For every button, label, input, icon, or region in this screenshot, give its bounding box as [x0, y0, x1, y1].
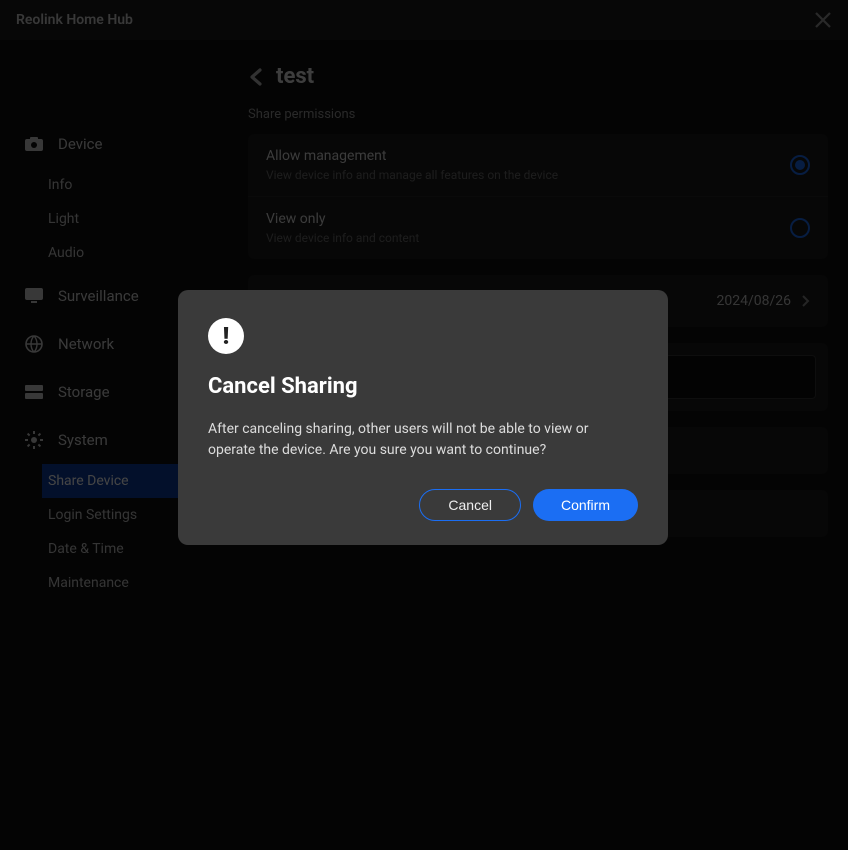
cancel-sharing-dialog: ! Cancel Sharing After canceling sharing… — [178, 290, 668, 545]
dialog-body: After canceling sharing, other users wil… — [208, 419, 638, 461]
exclamation-icon: ! — [208, 318, 244, 354]
cancel-button[interactable]: Cancel — [419, 489, 521, 521]
confirm-button[interactable]: Confirm — [533, 489, 638, 521]
dialog-title: Cancel Sharing — [208, 374, 638, 399]
modal-overlay: ! Cancel Sharing After canceling sharing… — [0, 0, 848, 850]
